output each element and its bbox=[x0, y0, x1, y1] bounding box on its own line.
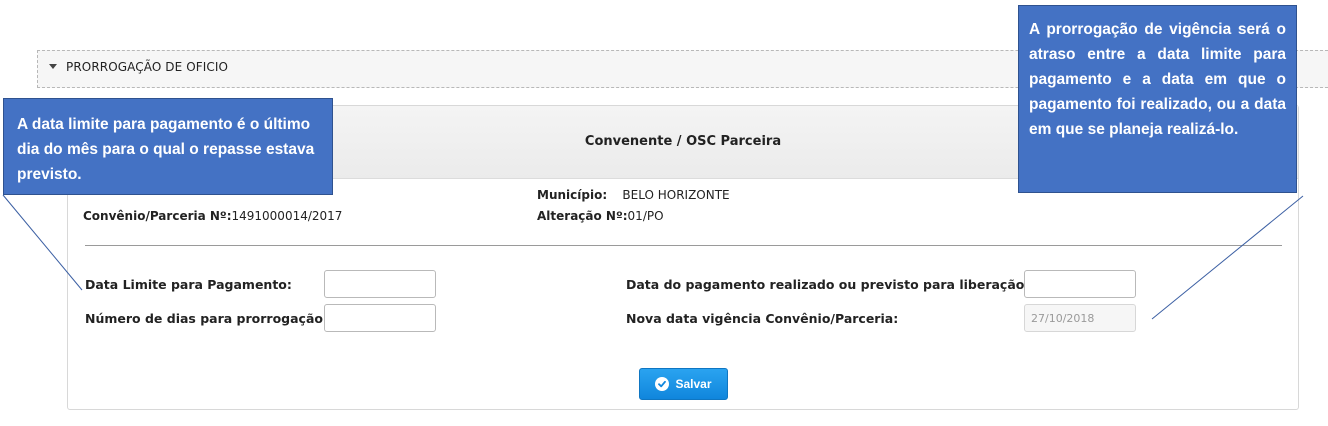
convenio-label: Convênio/Parceria Nº: bbox=[83, 209, 232, 223]
save-button-label: Salvar bbox=[675, 377, 712, 391]
data-limite-input[interactable] bbox=[324, 270, 436, 298]
alteracao-label: Alteração Nº: bbox=[537, 209, 628, 223]
accordion-title: PRORROGAÇÃO DE OFICIO bbox=[66, 60, 229, 74]
data-pagamento-input[interactable] bbox=[1024, 270, 1136, 298]
dias-prorrogacao-input[interactable] bbox=[324, 304, 436, 332]
caret-down-icon bbox=[49, 64, 57, 69]
divider bbox=[85, 245, 1282, 246]
alteracao-info: Alteração Nº:01/PO bbox=[537, 209, 664, 223]
municipio-info: Município: BELO HORIZONTE bbox=[537, 188, 730, 202]
data-limite-label: Data Limite para Pagamento: bbox=[85, 277, 292, 292]
municipio-value: BELO HORIZONTE bbox=[622, 188, 730, 202]
data-pagamento-label: Data do pagamento realizado ou previsto … bbox=[626, 277, 1030, 292]
callout-prorrogacao-vigencia: A prorrogação de vigência será o atraso … bbox=[1018, 5, 1297, 193]
municipio-label: Município: bbox=[537, 188, 608, 202]
convenio-value: 1491000014/2017 bbox=[231, 209, 343, 223]
dias-prorrogacao-label: Número de dias para prorrogação: bbox=[85, 311, 328, 326]
nova-data-vigencia-input bbox=[1024, 304, 1136, 332]
check-circle-icon bbox=[655, 377, 670, 391]
alteracao-value: 01/PO bbox=[627, 209, 664, 223]
convenio-info: Convênio/Parceria Nº:1491000014/2017 bbox=[83, 209, 342, 223]
callout-data-limite: A data limite para pagamento é o último … bbox=[3, 98, 333, 195]
nova-data-vigencia-label: Nova data vigência Convênio/Parceria: bbox=[626, 311, 899, 326]
save-button[interactable]: Salvar bbox=[639, 368, 728, 400]
